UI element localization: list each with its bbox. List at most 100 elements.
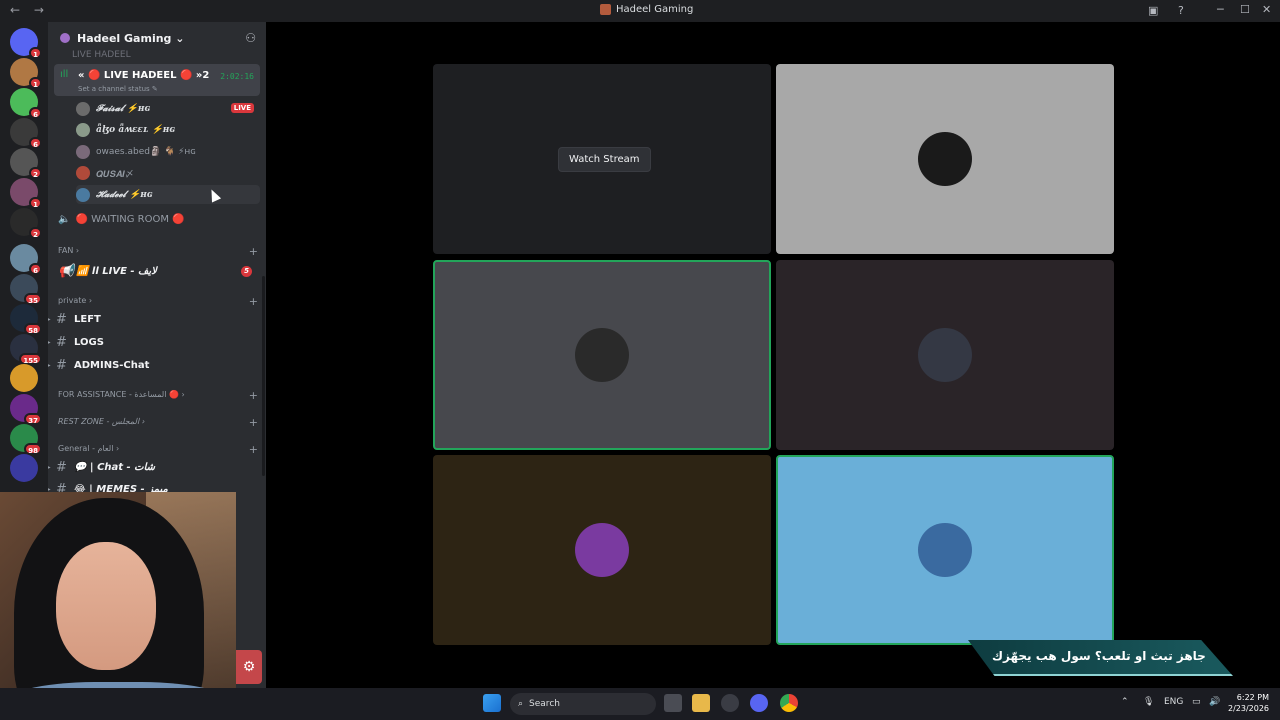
clock[interactable]: 6:22 PM 2/23/2026 [1228, 692, 1269, 714]
text-channel[interactable]: ▶# 💬 | Chat - شات [48, 460, 258, 475]
maximize-icon[interactable]: ☐ [1240, 3, 1250, 16]
server-icon[interactable] [10, 364, 38, 392]
server-icon[interactable] [10, 454, 38, 482]
voice-user[interactable]: 𝑸𝑼𝑺𝑨𝑰〆 [76, 164, 260, 183]
category-rest-zone[interactable]: REST ZONE - المجلس › + [58, 416, 258, 429]
server-icon[interactable]: 6 [10, 244, 42, 275]
app-icon[interactable] [721, 694, 739, 712]
server-icon[interactable]: 98 [10, 424, 42, 455]
participant-tile[interactable] [433, 260, 771, 450]
settings-gear-icon[interactable]: ⚙ [236, 650, 262, 684]
add-user-icon[interactable]: ⚇ [245, 31, 256, 45]
server-icon [600, 4, 611, 15]
webcam-face [56, 542, 156, 670]
window-title-text: Hadeel Gaming [616, 4, 694, 15]
text-channel[interactable]: ▶ # LEFT [48, 312, 258, 327]
watch-stream-button[interactable]: Watch Stream [558, 147, 651, 172]
server-icon[interactable]: 1 [10, 28, 42, 59]
nav-buttons: ← → [10, 3, 54, 17]
channel-name: LOGS [74, 337, 104, 348]
server-icon[interactable]: 35 [10, 274, 42, 305]
avatar [76, 123, 90, 137]
volume-icon[interactable]: 🔊 [1209, 697, 1220, 707]
server-icon[interactable]: 6 [10, 118, 42, 149]
server-icon[interactable]: 2 [10, 148, 42, 179]
speaker-icon: 🔈 [58, 214, 71, 225]
server-icon[interactable]: 155 [10, 334, 42, 365]
category-fan[interactable]: FAN › + [58, 245, 258, 258]
expand-arrow-icon[interactable]: ▶ [48, 362, 56, 369]
voice-channel-waiting-room[interactable]: 🔈 🔴 WAITING ROOM 🔴 [58, 214, 258, 225]
add-channel-icon[interactable]: + [249, 295, 258, 308]
hash-icon: # [56, 358, 67, 373]
task-view-icon[interactable] [664, 694, 682, 712]
participant-tile[interactable] [776, 260, 1114, 450]
participant-tile[interactable] [776, 455, 1114, 645]
add-channel-icon[interactable]: + [249, 443, 258, 456]
voice-user[interactable]: owaes.abed🗿 🐐 ⚡ʜɢ [76, 142, 260, 161]
language-indicator[interactable]: ENG [1164, 697, 1183, 707]
tray-chevron-icon[interactable]: ⌃ [1121, 697, 1129, 707]
participant-avatar [575, 523, 629, 577]
text-channel[interactable]: ▶ # ADMINS-Chat [48, 358, 258, 373]
category-label: private › [58, 296, 93, 305]
expand-arrow-icon[interactable]: ▶ [48, 464, 56, 471]
close-icon[interactable]: ✕ [1262, 3, 1271, 16]
file-explorer-icon[interactable] [692, 694, 710, 712]
clock-date: 2/23/2026 [1228, 704, 1270, 713]
voice-user[interactable]: 𝓗𝓪𝓭𝓮𝓮𝓵 ⚡ʜɢ [76, 185, 260, 204]
back-arrow-icon[interactable]: ← [10, 3, 20, 17]
taskbar-search[interactable]: ⌕ Search [510, 693, 656, 715]
voice-channel-name: 🔴 WAITING ROOM 🔴 [75, 214, 185, 225]
username: ǟɮօ ǟʍɛɛʟ ⚡ʜɢ [96, 125, 176, 135]
channel-name: 📶 ll LIVE - لايف [76, 266, 157, 277]
channel-status[interactable]: Set a channel status ✎ [78, 85, 158, 93]
chrome-icon[interactable] [780, 694, 798, 712]
add-channel-icon[interactable]: + [249, 416, 258, 429]
participant-tile[interactable] [776, 64, 1114, 254]
server-icon[interactable]: 58 [10, 304, 42, 335]
stream-tile[interactable]: Watch Stream [433, 64, 771, 254]
add-channel-icon[interactable]: + [249, 389, 258, 402]
unread-badge: 5 [241, 266, 252, 277]
promo-banner: جاهز تبث او تلعب؟ سول هب يجهّزك [968, 640, 1233, 676]
active-voice-channel[interactable]: ıll « 🔴 LIVE HADEEL 🔴 »2 2:02:16 Set a c… [54, 64, 260, 96]
mention-badge: 35 [24, 293, 42, 305]
microphone-icon[interactable]: 🎙 [1143, 697, 1154, 707]
voice-user[interactable]: 𝓕𝓪𝓲𝓼𝓪𝓵 ⚡ʜɢ LIVE [76, 99, 260, 118]
expand-arrow-icon[interactable]: ▶ [48, 339, 56, 346]
hash-icon: # [56, 482, 67, 492]
text-channel[interactable]: ▶ # LOGS [48, 335, 258, 350]
taskbar: ⌕ Search ⌃ 🎙 ENG ▭ 🔊 6:22 PM 2/23/2026 [0, 688, 1280, 720]
forward-arrow-icon[interactable]: → [34, 3, 44, 17]
banner-text: جاهز تبث او تلعب؟ سول هب يجهّزك [992, 649, 1206, 663]
category-private[interactable]: private › + [58, 295, 258, 308]
category-general[interactable]: General - العام › + [58, 443, 258, 456]
voice-timer: 2:02:16 [220, 72, 254, 81]
server-icon[interactable]: 37 [10, 394, 42, 425]
server-icon[interactable]: 2 [10, 208, 42, 239]
category-assistance[interactable]: FOR ASSISTANCE - المساعدة 🔴 › + [58, 389, 258, 402]
display-icon[interactable]: ▭ [1192, 697, 1201, 707]
expand-arrow-icon[interactable]: ▶ [48, 316, 56, 323]
windows-start-icon[interactable] [483, 694, 501, 712]
avatar [76, 101, 90, 116]
minimize-icon[interactable]: ─ [1217, 3, 1224, 16]
inbox-icon[interactable]: ▣ [1148, 4, 1158, 17]
avatar [76, 187, 90, 202]
server-list: 1 1 6 6 2 1 2 6 35 58 155 37 98 [0, 22, 48, 492]
discord-icon[interactable] [750, 694, 768, 712]
voice-user[interactable]: ǟɮօ ǟʍɛɛʟ ⚡ʜɢ [76, 121, 260, 140]
text-channel[interactable]: ▶#😂 | MEMES - ميمز [48, 482, 258, 492]
participant-tile[interactable] [433, 455, 771, 645]
username: 𝓗𝓪𝓭𝓮𝓮𝓵 ⚡ʜɢ [96, 189, 153, 200]
add-channel-icon[interactable]: + [249, 245, 258, 258]
server-icon[interactable]: 6 [10, 88, 42, 119]
channel-name: 💬 | Chat - شات [74, 462, 156, 473]
channel-name: ADMINS-Chat [74, 360, 150, 371]
channel-scrollbar[interactable] [262, 276, 265, 476]
server-icon[interactable]: 1 [10, 178, 42, 209]
help-icon[interactable]: ? [1178, 4, 1184, 17]
server-icon[interactable]: 1 [10, 58, 42, 89]
channel-live[interactable]: 📢 📶 ll LIVE - لايف 5 [58, 264, 258, 279]
